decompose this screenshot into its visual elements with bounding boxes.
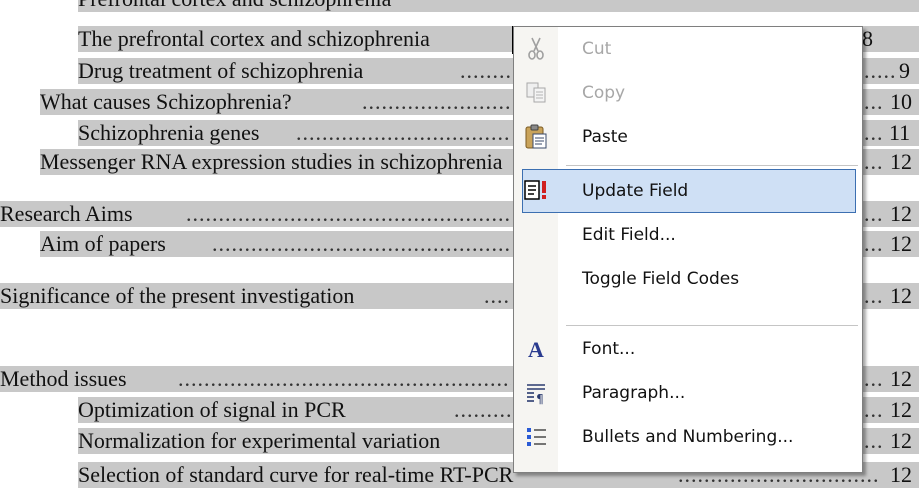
menu-separator xyxy=(566,325,858,326)
menu-item-cut[interactable]: Cut xyxy=(514,27,862,71)
menu-item-label: Bullets and Numbering... xyxy=(582,427,794,447)
toc-leader-dots: ........................................… xyxy=(178,366,511,391)
menu-item-toggle-field-codes[interactable]: Toggle Field Codes xyxy=(514,257,862,301)
menu-item-update-field[interactable]: Update Field xyxy=(522,169,856,213)
toc-entry-text: Significance of the present investigatio… xyxy=(0,283,355,308)
toc-entry-text: Method issues xyxy=(0,366,127,391)
toc-leader-dots: ... xyxy=(864,283,884,308)
copy-icon xyxy=(526,82,546,103)
bullets-icon xyxy=(527,428,546,446)
menu-item-label: Paste xyxy=(582,127,628,147)
menu-item-label: Update Field xyxy=(582,181,689,201)
menu-item-edit-field[interactable]: Edit Field... xyxy=(514,213,862,257)
toc-page-number: 10 xyxy=(890,89,912,114)
update-field-icon xyxy=(524,180,546,200)
toc-entry-text: Aim of papers xyxy=(40,231,166,256)
context-menu[interactable]: Cut Copy Paste Update Field Edit Field..… xyxy=(513,26,863,473)
toc-leader-dots: ... xyxy=(864,120,884,145)
toc-leader-dots: ........................... xyxy=(362,89,512,114)
paste-icon xyxy=(525,124,547,149)
menu-item-label: Edit Field... xyxy=(582,225,676,245)
svg-text:A: A xyxy=(528,337,544,362)
toc-entry-text: Messenger RNA expression studies in schi… xyxy=(40,149,503,174)
toc-entry-text: Drug treatment of schizophrenia xyxy=(78,58,364,83)
toc-entry-text: Schizophrenia genes xyxy=(78,120,260,145)
paragraph-icon: ¶ xyxy=(527,384,545,406)
toc-leader-dots: ... xyxy=(864,397,884,422)
menu-item-label: Copy xyxy=(582,83,626,103)
toc-leader-dots: ....................................... xyxy=(296,120,511,145)
toc-entry-text: Optimization of signal in PCR xyxy=(78,397,346,422)
toc-entry-text: Research Aims xyxy=(0,201,133,226)
toc-entry-text: Prefrontal cortex and schizophrenia xyxy=(78,0,391,11)
toc-leader-dots: ......... xyxy=(460,58,510,83)
toc-page-number: 8 xyxy=(862,26,873,51)
toc-leader-dots: ... xyxy=(864,149,884,174)
svg-text:¶: ¶ xyxy=(536,392,544,406)
menu-item-copy[interactable]: Copy xyxy=(514,71,862,115)
toc-page-number: 12 xyxy=(890,149,912,174)
toc-entry-text: Normalization for experimental variation xyxy=(78,428,441,453)
menu-item-font[interactable]: A Font... xyxy=(514,327,862,371)
toc-page-number: 12 xyxy=(890,231,912,256)
toc-leader-dots: ... xyxy=(864,89,884,114)
toc-page-number: 12 xyxy=(890,462,912,487)
menu-item-label: Cut xyxy=(582,39,612,59)
toc-leader-dots: .......... xyxy=(454,397,514,422)
toc-page-number: 11 xyxy=(889,120,911,145)
toc-page-number: 9 xyxy=(899,58,910,83)
toc-leader-dots: ..... xyxy=(864,58,897,83)
toc-page-number: 12 xyxy=(890,397,912,422)
menu-item-paste[interactable]: Paste xyxy=(514,115,862,159)
menu-item-label: Font... xyxy=(582,339,636,359)
menu-item-label: Toggle Field Codes xyxy=(582,269,740,289)
toc-entry[interactable]: Prefrontal cortex and schizophrenia xyxy=(78,0,919,14)
toc-entry-text: The prefrontal cortex and schizophrenia xyxy=(78,26,430,51)
toc-leader-dots: .... xyxy=(484,283,510,308)
toc-leader-dots: ... xyxy=(864,366,884,391)
menu-item-bullets-and-numbering[interactable]: Bullets and Numbering... xyxy=(514,415,862,459)
toc-entry-text: What causes Schizophrenia? xyxy=(40,89,292,114)
toc-page-number: 12 xyxy=(890,283,912,308)
toc-leader-dots: ... xyxy=(864,428,884,453)
toc-leader-dots: ........................................… xyxy=(212,231,512,256)
toc-page-number: 12 xyxy=(890,366,912,391)
toc-entry-text: Selection of standard curve for real-tim… xyxy=(78,462,514,487)
toc-page-number: 12 xyxy=(890,428,912,453)
scissors-icon xyxy=(528,37,544,60)
font-icon: A xyxy=(528,337,544,362)
menu-separator xyxy=(566,165,858,166)
menu-item-label: Paragraph... xyxy=(582,383,686,403)
toc-page-number: 12 xyxy=(890,201,912,226)
toc-leader-dots: ... xyxy=(864,201,884,226)
menu-item-paragraph[interactable]: ¶ Paragraph... xyxy=(514,371,862,415)
toc-leader-dots: ... xyxy=(864,231,884,256)
toc-leader-dots: ........................................… xyxy=(186,201,511,226)
